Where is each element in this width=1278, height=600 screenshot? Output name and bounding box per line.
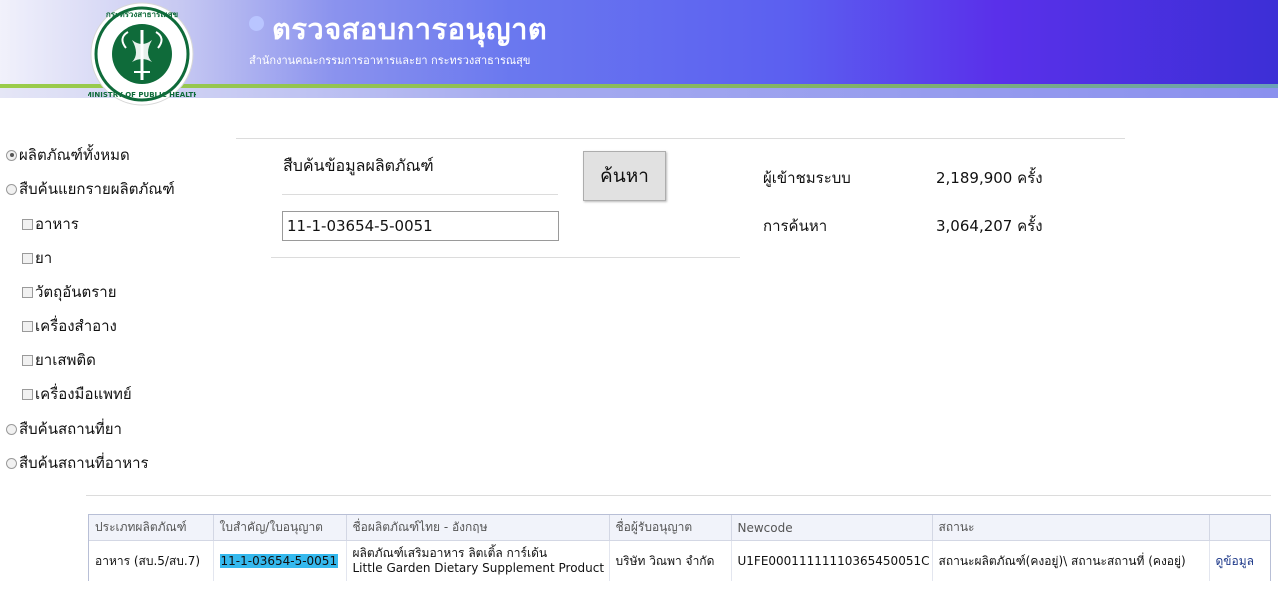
checkbox-narcotic[interactable]: ยาเสพติด [22,348,96,372]
title-bullet-icon [249,16,264,31]
visitors-label: ผู้เข้าชมระบบ [763,169,851,187]
radio-label: สืบค้นสถานที่อาหาร [19,454,149,472]
checkbox-hazardous[interactable]: วัตถุอันตราย [22,280,117,304]
cell-status: สถานะผลิตภัณฑ์(คงอยู่)\ สถานะสถานที่ (คง… [932,540,1210,581]
col-header-license[interactable]: ใบสำคัญ/ใบอนุญาต [213,515,347,541]
radio-label: ผลิตภัณฑ์ทั้งหมด [19,146,130,164]
svg-text:กระทรวงสาธารณสุข: กระทรวงสาธารณสุข [106,10,178,20]
cell-licensee: บริษัท วิณพา จำกัด [609,540,732,581]
visitors-count: 2,189,900 ครั้ง [936,169,1043,187]
table-header-row: ประเภทผลิตภัณฑ์ ใบสำคัญ/ใบอนุญาต ชื่อผลิ… [89,515,1270,541]
page-subtitle: สำนักงานคณะกรรมการอาหารและยา กระทรวงสาธา… [249,54,531,67]
cell-type: อาหาร (สบ.5/สบ.7) [89,540,214,581]
search-panel-title: สืบค้นข้อมูลผลิตภัณฑ์ [283,156,434,175]
col-header-status[interactable]: สถานะ [932,515,1210,541]
checkbox-label: ยาเสพติด [35,351,96,369]
searches-count: 3,064,207 ครั้ง [936,217,1043,235]
checkbox-icon[interactable] [22,252,33,264]
checkbox-icon[interactable] [22,354,33,366]
cell-product-name: ผลิตภัณฑ์เสริมอาหาร ลิตเติ้ล การ์เด้น Li… [346,540,610,581]
cell-license-highlight: 11-1-03654-5-0051 [219,554,339,568]
radio-search-food-place[interactable]: สืบค้นสถานที่อาหาร [6,451,149,475]
col-header-action [1209,515,1270,541]
radio-icon[interactable] [6,183,17,195]
checkbox-label: วัตถุอันตราย [35,283,117,301]
radio-label: สืบค้นแยกรายผลิตภัณฑ์ [19,180,175,198]
checkbox-icon[interactable] [22,286,33,298]
radio-icon[interactable] [6,423,17,435]
cell-newcode: U1FE00011111110365450051C [731,540,933,581]
checkbox-icon[interactable] [22,388,33,400]
checkbox-label: ยา [35,249,53,267]
divider-title [282,194,558,195]
col-header-licensee[interactable]: ชื่อผู้รับอนุญาต [609,515,732,541]
product-name-en: Little Garden Dietary Supplement Product [352,561,605,575]
product-name-th: ผลิตภัณฑ์เสริมอาหาร ลิตเติ้ล การ์เด้น [352,546,548,560]
checkbox-drug[interactable]: ยา [22,246,52,270]
radio-search-by-product[interactable]: สืบค้นแยกรายผลิตภัณฑ์ [6,177,175,201]
checkbox-cosmetic[interactable]: เครื่องสำอาง [22,314,117,338]
radio-search-drug-place[interactable]: สืบค้นสถานที่ยา [6,417,122,441]
checkbox-food[interactable]: อาหาร [22,212,79,236]
cell-action: ดูข้อมูล [1209,540,1270,581]
view-details-link[interactable]: ดูข้อมูล [1216,554,1254,568]
checkbox-medical-device[interactable]: เครื่องมือแพทย์ [22,382,132,406]
radio-selected-icon[interactable] [6,149,17,161]
results-table: ประเภทผลิตภัณฑ์ ใบสำคัญ/ใบอนุญาต ชื่อผลิ… [88,514,1271,581]
search-button[interactable]: ค้นหา [583,151,666,201]
ministry-logo: MINISTRY OF PUBLIC HEALTH กระทรวงสาธารณส… [88,2,196,106]
radio-icon[interactable] [6,457,17,469]
cell-license: 11-1-03654-5-0051 [213,540,347,581]
divider-results [86,495,1271,496]
col-header-newcode[interactable]: Newcode [731,515,933,541]
col-header-product-name[interactable]: ชื่อผลิตภัณฑ์ไทย - อังกฤษ [346,515,610,541]
checkbox-label: เครื่องมือแพทย์ [35,385,132,403]
divider-search [271,257,740,258]
svg-text:MINISTRY OF PUBLIC HEALTH: MINISTRY OF PUBLIC HEALTH [88,91,196,99]
radio-all-products[interactable]: ผลิตภัณฑ์ทั้งหมด [6,143,130,167]
divider-top [236,138,1125,139]
checkbox-label: เครื่องสำอาง [35,317,117,335]
checkbox-icon[interactable] [22,320,33,332]
page-title: ตรวจสอบการอนุญาต [272,12,548,46]
col-header-type[interactable]: ประเภทผลิตภัณฑ์ [89,515,214,541]
search-input[interactable] [282,211,559,241]
checkbox-icon[interactable] [22,218,33,230]
searches-label: การค้นหา [763,217,828,235]
table-row: อาหาร (สบ.5/สบ.7) 11-1-03654-5-0051 ผลิต… [89,540,1270,581]
radio-label: สืบค้นสถานที่ยา [19,420,122,438]
checkbox-label: อาหาร [35,215,79,233]
